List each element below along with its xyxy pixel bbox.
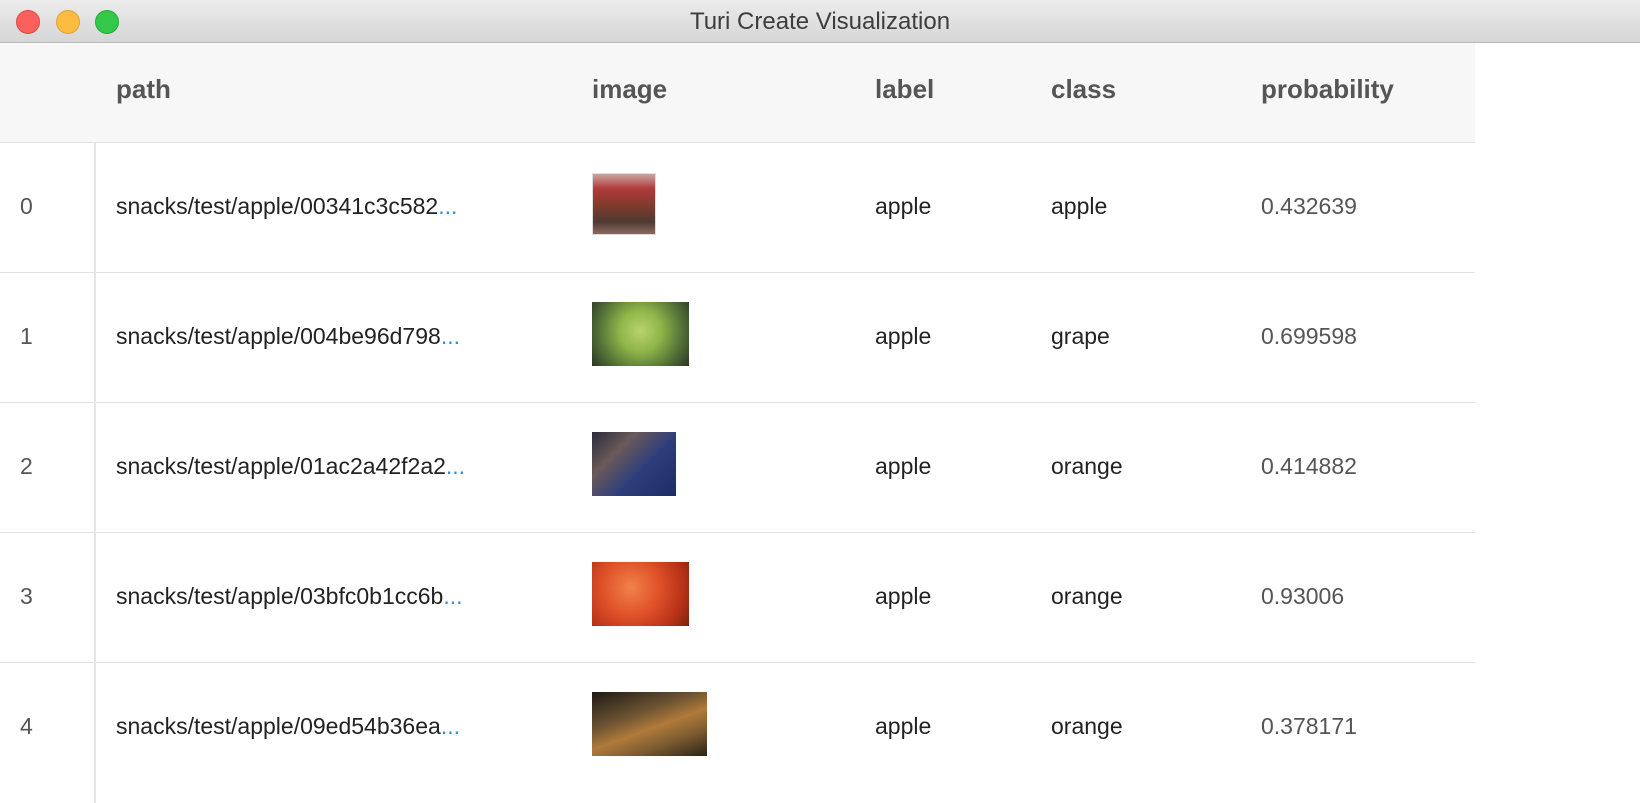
path-text: snacks/test/apple/00341c3c582	[116, 193, 439, 219]
window-titlebar: Turi Create Visualization	[0, 0, 1640, 43]
path-text: snacks/test/apple/03bfc0b1cc6b	[116, 583, 444, 609]
table-row: 4 snacks/test/apple/09ed54b36ea... apple…	[0, 663, 1475, 793]
path-cell: snacks/test/apple/03bfc0b1cc6b...	[116, 583, 463, 610]
label-cell: apple	[875, 583, 932, 609]
class-cell: orange	[1051, 453, 1123, 479]
probability-cell: 0.432639	[1261, 193, 1357, 219]
image-thumbnail[interactable]	[592, 692, 707, 756]
expand-path-link[interactable]: ...	[441, 713, 460, 739]
class-cell: apple	[1051, 193, 1108, 219]
label-cell: apple	[875, 713, 932, 739]
row-index: 2	[20, 453, 33, 479]
table-row: 1 snacks/test/apple/004be96d798... apple…	[0, 273, 1475, 403]
row-index: 3	[20, 583, 33, 609]
label-cell: apple	[875, 323, 932, 349]
path-cell: snacks/test/apple/09ed54b36ea...	[116, 713, 460, 740]
row-index: 1	[20, 323, 33, 349]
expand-path-link[interactable]: ...	[443, 583, 462, 609]
probability-cell: 0.93006	[1261, 583, 1345, 609]
column-header-path[interactable]: path	[116, 74, 171, 105]
column-header-image[interactable]: image	[592, 74, 667, 105]
path-cell: snacks/test/apple/01ac2a42f2a2...	[116, 453, 465, 480]
class-cell: orange	[1051, 713, 1123, 739]
row-index: 0	[20, 193, 33, 219]
table-row: 0 snacks/test/apple/00341c3c582... apple…	[0, 143, 1475, 273]
probability-cell: 0.699598	[1261, 323, 1357, 349]
index-column-divider	[94, 143, 96, 803]
image-thumbnail[interactable]	[592, 173, 656, 235]
probability-cell: 0.378171	[1261, 713, 1357, 739]
class-cell: grape	[1051, 323, 1110, 349]
path-cell: snacks/test/apple/00341c3c582...	[116, 193, 457, 220]
sframe-table-view: path image label class probability 0 sna…	[0, 43, 1640, 803]
expand-path-link[interactable]: ...	[446, 453, 465, 479]
window-title: Turi Create Visualization	[689, 8, 951, 35]
path-text: snacks/test/apple/01ac2a42f2a2	[116, 453, 446, 479]
image-thumbnail[interactable]	[592, 432, 676, 496]
label-cell: apple	[875, 193, 932, 219]
image-thumbnail[interactable]	[592, 302, 689, 366]
table-row: 3 snacks/test/apple/03bfc0b1cc6b... appl…	[0, 533, 1475, 663]
expand-path-link[interactable]: ...	[441, 323, 460, 349]
row-index: 4	[20, 713, 33, 739]
label-cell: apple	[875, 453, 932, 479]
data-table: path image label class probability 0 sna…	[0, 43, 1475, 803]
column-header-label[interactable]: label	[875, 74, 934, 105]
column-header-class[interactable]: class	[1051, 74, 1116, 105]
image-thumbnail[interactable]	[592, 562, 689, 626]
expand-path-link[interactable]: ...	[438, 193, 457, 219]
table-header: path image label class probability	[0, 43, 1475, 143]
path-cell: snacks/test/apple/004be96d798...	[116, 323, 460, 350]
probability-cell: 0.414882	[1261, 453, 1357, 479]
class-cell: orange	[1051, 583, 1123, 609]
path-text: snacks/test/apple/09ed54b36ea	[116, 713, 441, 739]
column-header-probability[interactable]: probability	[1261, 74, 1394, 105]
path-text: snacks/test/apple/004be96d798	[116, 323, 441, 349]
table-row: 2 snacks/test/apple/01ac2a42f2a2... appl…	[0, 403, 1475, 533]
